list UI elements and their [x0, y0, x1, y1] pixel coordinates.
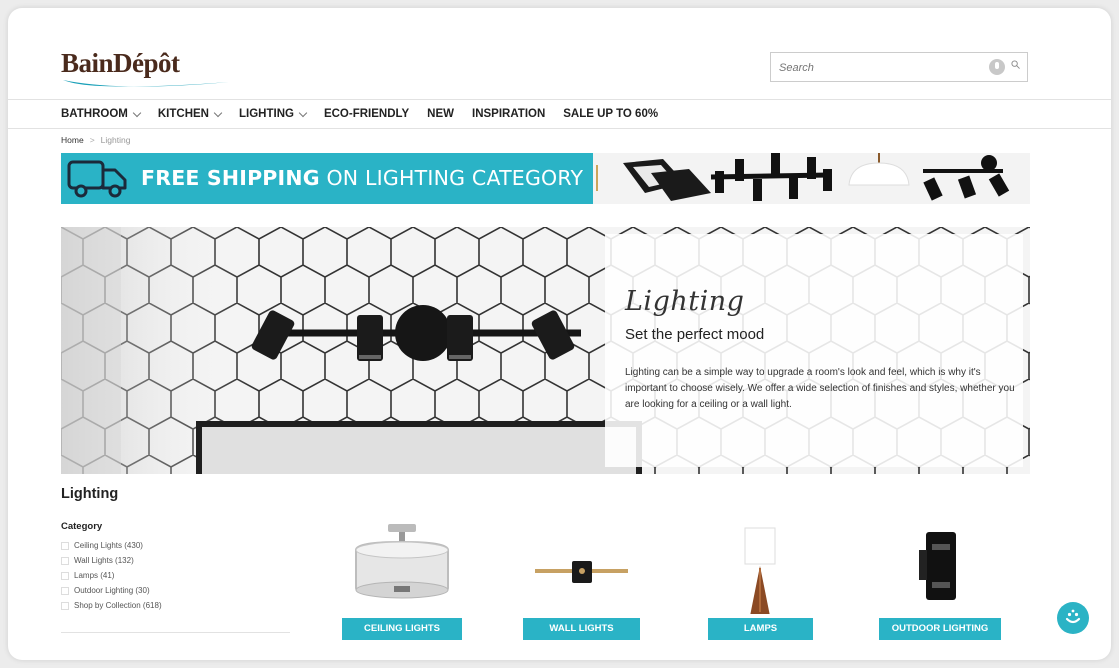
filter-ceiling-lights[interactable]: Ceiling Lights (430) [61, 538, 162, 553]
light-fixtures-image [593, 153, 1030, 204]
outdoor-lighting-button[interactable]: OUTDOOR LIGHTING [879, 618, 1001, 640]
outdoor-light-icon [919, 532, 956, 600]
nav-label: BATHROOM [61, 108, 128, 120]
filter-lamps[interactable]: Lamps (41) [61, 568, 162, 583]
delivery-truck-icon [67, 160, 127, 198]
filter-wall-lights[interactable]: Wall Lights (132) [61, 553, 162, 568]
ceiling-lights-button[interactable]: CEILING LIGHTS [342, 618, 462, 640]
wall-light-icon [535, 561, 628, 583]
brand-logo[interactable]: BainDépôt [61, 48, 231, 94]
hero-description: Lighting can be a simple way to upgrade … [625, 367, 1015, 410]
nav-item-new[interactable]: NEW [427, 108, 454, 120]
hero-banner: Lighting Set the perfect mood Lighting c… [61, 227, 1030, 474]
main-nav: BATHROOM KITCHEN LIGHTING ECO-FRIENDLY N… [8, 99, 1111, 129]
checkbox[interactable] [61, 541, 69, 550]
page-title: Lighting [61, 486, 119, 502]
brand-name: BainDépôt [61, 48, 180, 78]
filter-category-title: Category [61, 521, 103, 532]
nav-label: KITCHEN [157, 108, 209, 120]
filter-label: Shop by Collection (618) [74, 601, 162, 610]
nav-item-lighting[interactable]: LIGHTING [239, 108, 308, 120]
hero-script-title: Lighting [625, 286, 745, 317]
nav-label: NEW [427, 108, 454, 120]
nav-label: SALE UP TO 60% [563, 108, 659, 120]
nav-item-eco-friendly[interactable]: ECO-FRIENDLY [324, 108, 409, 120]
nav-item-inspiration[interactable]: INSPIRATION [472, 108, 545, 120]
nav-label: INSPIRATION [472, 108, 546, 120]
nav-item-kitchen[interactable]: KITCHEN [157, 108, 223, 120]
search-box [770, 52, 1028, 82]
table-lamp-icon [744, 527, 776, 614]
breadcrumb: Home > Lighting [61, 135, 130, 145]
chevron-down-icon [132, 108, 142, 117]
filter-divider [61, 632, 290, 633]
logo-swoosh-icon [63, 80, 229, 87]
ceiling-light-icon [355, 524, 449, 599]
hero-subtitle: Set the perfect mood [625, 326, 765, 343]
lamps-button[interactable]: LAMPS [708, 618, 813, 640]
breadcrumb-separator: > [89, 135, 95, 145]
promo-message-panel: FREE SHIPPING ON LIGHTING CATEGORY [61, 153, 593, 204]
checkbox[interactable] [61, 571, 69, 580]
promo-bold-text: FREE SHIPPING [141, 166, 320, 190]
checkbox[interactable] [61, 556, 69, 565]
filter-label: Lamps (41) [74, 571, 115, 580]
microphone-icon[interactable] [989, 59, 1005, 75]
promo-product-strip [593, 153, 1030, 204]
filter-label: Ceiling Lights (430) [74, 541, 143, 550]
chevron-down-icon [298, 108, 308, 117]
filter-label: Wall Lights (132) [74, 556, 134, 565]
chevron-down-icon [213, 108, 223, 117]
search-icon[interactable] [1011, 60, 1020, 69]
hero-text-card: Lighting Set the perfect mood Lighting c… [605, 234, 1023, 467]
filter-shop-by-collection[interactable]: Shop by Collection (618) [61, 598, 162, 613]
filter-outdoor-lighting[interactable]: Outdoor Lighting (30) [61, 583, 162, 598]
wall-lights-button[interactable]: WALL LIGHTS [523, 618, 640, 640]
free-shipping-banner[interactable]: FREE SHIPPING ON LIGHTING CATEGORY [61, 153, 1030, 204]
smiley-chat-icon [1065, 609, 1081, 624]
nav-item-bathroom[interactable]: BATHROOM [61, 108, 142, 120]
checkbox[interactable] [61, 586, 69, 595]
chat-widget-button[interactable] [1057, 602, 1089, 634]
promo-text: FREE SHIPPING ON LIGHTING CATEGORY [141, 166, 583, 190]
nav-label: ECO-FRIENDLY [323, 108, 410, 120]
nav-item-sale[interactable]: SALE UP TO 60% [563, 108, 658, 120]
checkbox[interactable] [61, 601, 69, 610]
page-frame: BainDépôt BATHROOM KITCHEN LIGHTING ECO-… [8, 8, 1111, 660]
search-input[interactable] [777, 54, 981, 82]
breadcrumb-current: Lighting [100, 135, 131, 145]
filter-label: Outdoor Lighting (30) [74, 586, 150, 595]
promo-rest-text: ON LIGHTING CATEGORY [319, 166, 584, 190]
breadcrumb-home-link[interactable]: Home [61, 135, 84, 145]
category-filter-list: Ceiling Lights (430) Wall Lights (132) L… [61, 538, 162, 613]
nav-label: LIGHTING [239, 108, 294, 120]
